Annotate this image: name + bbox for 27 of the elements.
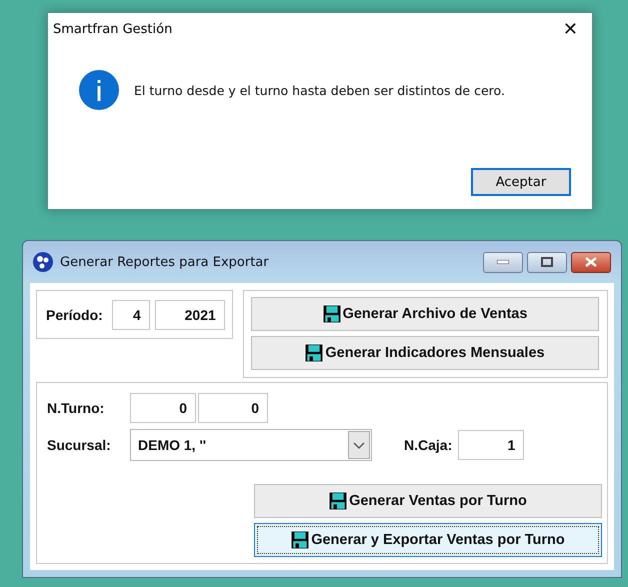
chevron-down-icon <box>348 431 370 459</box>
accept-button[interactable]: Aceptar <box>471 168 571 196</box>
month-field[interactable]: 4 <box>112 300 150 330</box>
shift-label: N.Turno: <box>47 400 106 416</box>
branch-label: Sucursal: <box>47 437 112 453</box>
maximize-button[interactable] <box>527 252 567 272</box>
minimize-button[interactable] <box>483 252 523 272</box>
close-button[interactable] <box>571 252 611 272</box>
year-field[interactable]: 2021 <box>154 300 225 330</box>
dialog-title: Smartfran Gestión <box>53 22 172 37</box>
info-icon <box>78 69 120 111</box>
period-label: Período: <box>46 306 103 322</box>
generate-button[interactable]: Generar Indicadores Mensuales <box>251 336 599 370</box>
register-label: N.Caja: <box>404 437 452 453</box>
shift-to-field[interactable]: 0 <box>198 393 268 423</box>
minimize-icon <box>497 260 509 264</box>
register-field[interactable]: 1 <box>458 430 524 460</box>
window-title: Generar Reportes para Exportar <box>60 254 269 270</box>
generate-button[interactable]: Generar Archivo de Ventas <box>251 297 599 331</box>
maximize-icon <box>541 257 553 267</box>
branch-dropdown[interactable]: DEMO 1, '' <box>130 429 372 461</box>
close-button[interactable]: ✕ <box>558 19 582 40</box>
shift-from-field[interactable]: 0 <box>130 393 196 423</box>
message-text: El turno desde y el turno hasta deben ser distintos de cero. <box>134 82 505 98</box>
generate-button[interactable]: Generar y Exportar Ventas por Turno <box>254 523 602 557</box>
close-icon <box>585 257 597 267</box>
generate-button[interactable]: Generar Ventas por Turno <box>254 484 602 518</box>
